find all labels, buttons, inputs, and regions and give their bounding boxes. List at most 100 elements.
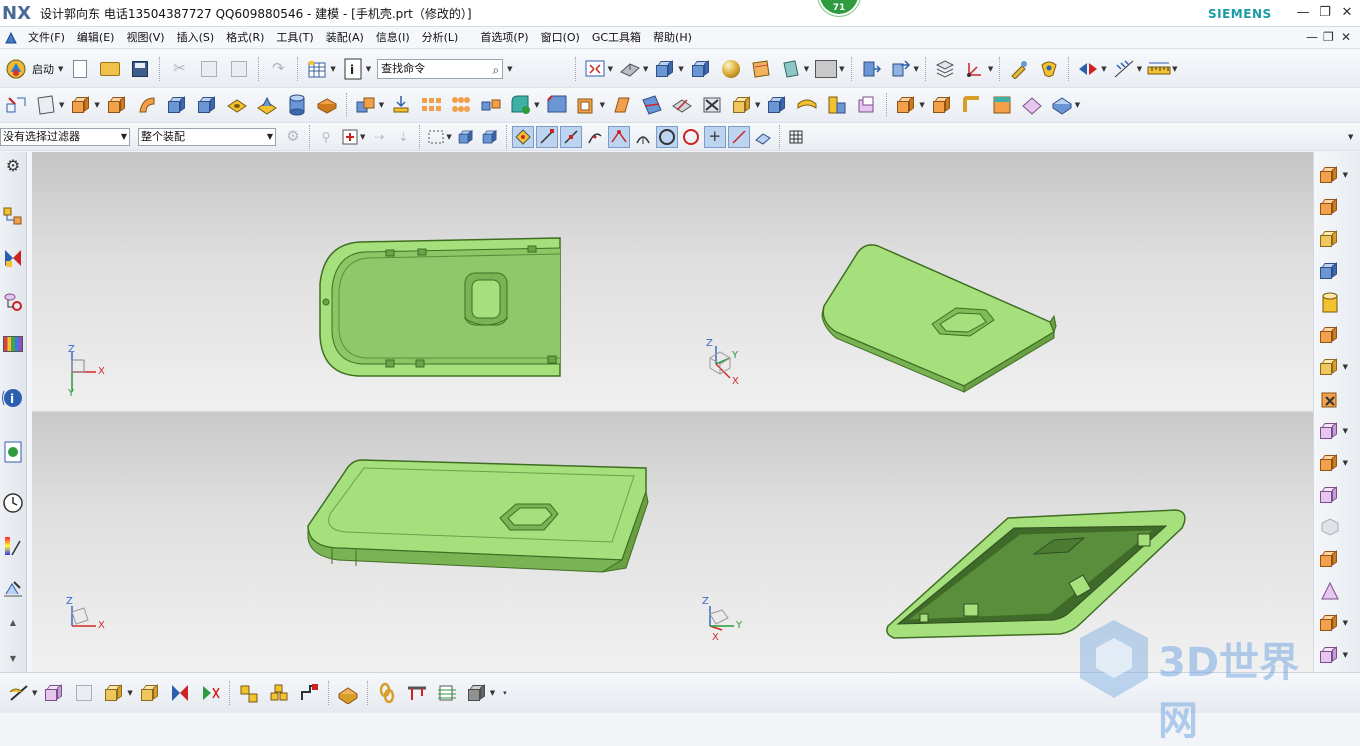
delete-face-sync-icon[interactable] (1019, 92, 1045, 118)
wcs-dynamics-icon[interactable] (962, 56, 988, 82)
minimize-icon[interactable]: — (1294, 4, 1312, 22)
create-new-component-icon[interactable] (1320, 194, 1350, 220)
sweep-icon[interactable] (134, 92, 160, 118)
delete-face-icon[interactable] (699, 92, 725, 118)
selection-plus-icon[interactable] (339, 126, 361, 148)
clearance-analysis-icon[interactable] (1320, 546, 1350, 572)
web-browser-icon[interactable] (2, 440, 24, 464)
sync-dropdown-icon[interactable]: ▼ (919, 101, 924, 109)
doc-restore-icon[interactable]: ❐ (1323, 30, 1334, 44)
history-icon[interactable] (2, 491, 24, 515)
mirror-assembly-icon[interactable] (1320, 290, 1350, 316)
doc-minimize-icon[interactable]: — (1306, 30, 1318, 44)
shell-icon[interactable] (574, 92, 600, 118)
distance-constraint-icon[interactable] (236, 680, 262, 706)
studio-sphere-icon[interactable] (718, 56, 744, 82)
offset-dropdown-icon[interactable]: ▼ (755, 101, 760, 109)
resource-settings-icon[interactable]: ⚙ (2, 154, 24, 178)
sketch-icon[interactable] (3, 92, 29, 118)
show-product-outline-icon[interactable] (71, 680, 97, 706)
snap-arc-center-icon[interactable] (632, 126, 654, 148)
offset-region-icon[interactable] (1049, 92, 1075, 118)
wcs-dropdown-icon[interactable]: ▼ (988, 65, 993, 73)
show-grid-icon[interactable] (785, 126, 807, 148)
top-viewport[interactable]: Z X Y Z Y X (32, 152, 1313, 412)
cylinder-icon[interactable] (284, 92, 310, 118)
blend-dropdown-icon[interactable]: ▼ (534, 101, 539, 109)
select-solids-icon[interactable] (455, 126, 477, 148)
menu-analysis[interactable]: 分析(L) (416, 27, 465, 49)
menu-insert[interactable]: 插入(S) (171, 27, 221, 49)
phone-case-part-inside-view[interactable] (312, 232, 572, 382)
paste-icon[interactable] (226, 56, 252, 82)
phone-case-part-front-view[interactable] (304, 452, 654, 582)
scale-body-icon[interactable] (854, 92, 880, 118)
edge-blend-icon[interactable] (508, 92, 534, 118)
transform-dropdown-icon[interactable]: ▼ (1101, 65, 1106, 73)
resource-scroll-down-icon[interactable]: ▼ (2, 646, 24, 670)
wave-dropdown-icon[interactable]: ▼ (32, 689, 37, 697)
sheet-metal-icon[interactable] (335, 680, 361, 706)
constraint-navigator-icon[interactable] (2, 246, 24, 270)
cylinder-block-icon[interactable] (194, 92, 220, 118)
menu-help[interactable]: 帮助(H) (647, 27, 698, 49)
snap-on-curve-icon[interactable] (727, 125, 750, 148)
search-dropdown-icon[interactable]: ▼ (507, 65, 512, 73)
reuse-library-icon[interactable] (2, 332, 24, 356)
redo-icon[interactable]: ↷ (265, 56, 291, 82)
snap-center-icon[interactable] (655, 125, 678, 148)
measure-length-icon[interactable] (1146, 56, 1172, 82)
phone-case-part-isometric-view[interactable] (818, 238, 1058, 398)
concentric-icon[interactable] (197, 680, 223, 706)
selection-plus-dropdown-icon[interactable]: ▼ (360, 133, 365, 141)
face-rule-icon[interactable]: ⇣ (392, 126, 414, 148)
search-icon[interactable]: ⌕ (492, 61, 499, 79)
snap-quadrant-icon[interactable] (680, 126, 702, 148)
region-dropdown-icon[interactable]: ▼ (1075, 101, 1080, 109)
assembly-constraints-icon[interactable]: ▼ (1320, 354, 1350, 380)
length-dropdown-icon[interactable]: ▼ (1172, 65, 1177, 73)
fix-constraint-icon[interactable] (266, 680, 292, 706)
phone-case-part-underside-view[interactable] (884, 508, 1194, 648)
menu-format[interactable]: 格式(R) (220, 27, 270, 49)
synchronous-move-face-icon[interactable] (893, 92, 919, 118)
snap-control-point-icon[interactable] (584, 126, 606, 148)
info-dropdown-icon[interactable]: ▼ (366, 65, 371, 73)
move-to-layer-icon[interactable] (888, 56, 914, 82)
orient-view-icon[interactable] (617, 56, 643, 82)
trim-body-icon[interactable] (639, 92, 665, 118)
layer-dropdown-icon[interactable]: ▼ (914, 65, 919, 73)
bottom-viewport[interactable]: Z X Z X Y (32, 412, 1313, 672)
mirror-feature-icon[interactable] (478, 92, 504, 118)
menu-preferences[interactable]: 首选项(P) (474, 27, 534, 49)
assembly-sequence-icon[interactable] (1320, 482, 1350, 508)
copy-icon[interactable] (196, 56, 222, 82)
boolean-dropdown-icon[interactable]: ▼ (379, 101, 384, 109)
datum-plane-icon[interactable] (33, 92, 59, 118)
partially-shaded-icon[interactable] (778, 56, 804, 82)
add-component-icon[interactable]: ▼ (1320, 162, 1350, 188)
resize-blend-icon[interactable] (959, 92, 985, 118)
new-file-icon[interactable] (67, 56, 93, 82)
snap-midpoint-icon[interactable] (559, 125, 582, 148)
start-label[interactable]: 启动 (32, 61, 54, 77)
restore-icon[interactable]: ❐ (1316, 4, 1334, 22)
block-icon[interactable] (164, 92, 190, 118)
parallel-constraint-icon[interactable] (296, 680, 322, 706)
wave-geometry-linker-icon[interactable] (1320, 514, 1350, 540)
split-body-icon[interactable] (669, 92, 695, 118)
add-existing-icon[interactable] (101, 680, 127, 706)
selection-filter-select[interactable]: 没有选择过滤器 ▼ (0, 127, 130, 146)
pull-face-icon[interactable] (929, 92, 955, 118)
snap-enable-icon[interactable] (511, 125, 534, 148)
assembly-navigator-tool-icon[interactable] (41, 680, 67, 706)
pattern-feature-icon[interactable] (418, 92, 444, 118)
menu-window[interactable]: 窗口(O) (535, 27, 586, 49)
revolve-icon[interactable] (104, 92, 130, 118)
menu-information[interactable]: 信息(I) (370, 27, 416, 49)
unite-icon[interactable] (353, 92, 379, 118)
snap-intersection-icon[interactable] (607, 125, 630, 148)
fit-view-icon[interactable] (582, 56, 608, 82)
touch-align-icon[interactable] (167, 680, 193, 706)
measure-distance-icon[interactable] (1111, 56, 1137, 82)
